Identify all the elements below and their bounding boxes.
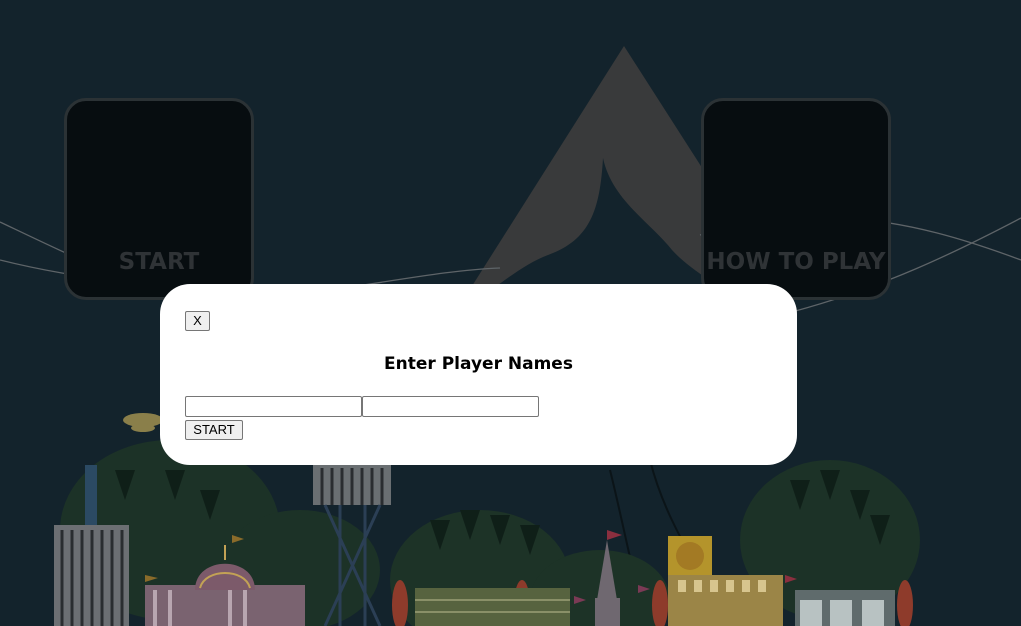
start-game-button[interactable]: START — [185, 420, 243, 440]
close-button[interactable]: X — [185, 311, 210, 331]
how-to-play-card[interactable]: HOW TO PLAY — [701, 98, 891, 300]
modal-title: Enter Player Names — [384, 354, 573, 374]
start-card[interactable]: START — [64, 98, 254, 300]
start-card-label: START — [118, 249, 200, 275]
player-two-name-input[interactable] — [362, 396, 539, 417]
player-one-name-input[interactable] — [185, 396, 362, 417]
bridge — [415, 588, 570, 626]
player-names-modal: X Enter Player Names START — [160, 284, 797, 465]
how-to-play-card-label: HOW TO PLAY — [706, 249, 886, 275]
